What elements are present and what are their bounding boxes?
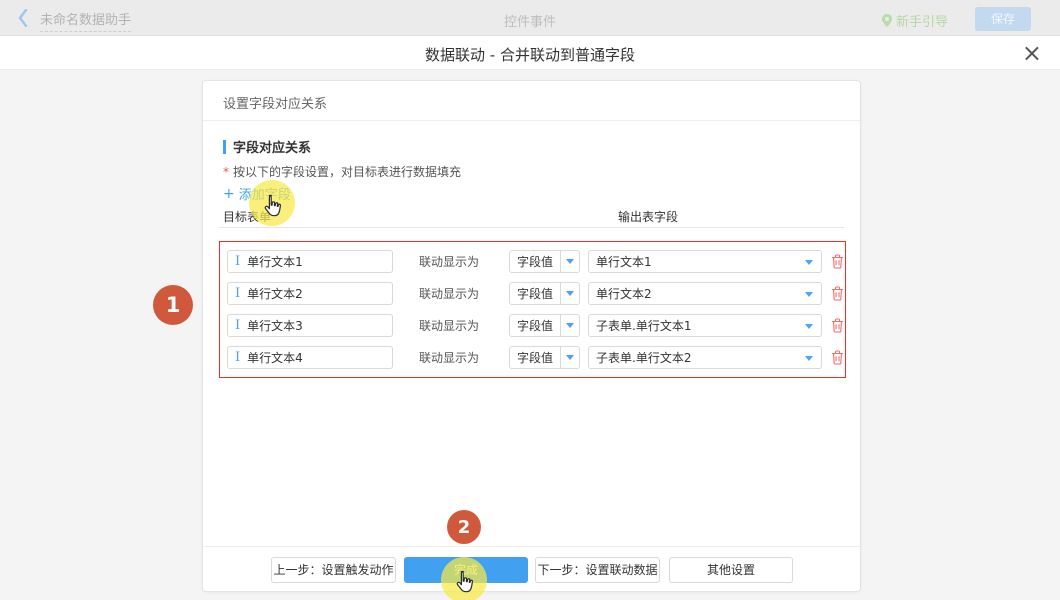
screen: 未命名数据助手 控件事件 新手引导 保存 数据联动 - 合并联动到普通字段 × … — [0, 0, 1060, 600]
field-row: I 单行文本1 联动显示为 字段值 单行文本1 — [227, 250, 845, 273]
panel-header: 设置字段对应关系 — [203, 81, 860, 121]
target-field-input[interactable]: I 单行文本3 — [227, 314, 393, 337]
mode-select[interactable]: 字段值 — [509, 314, 580, 337]
field-row: I 单行文本4 联动显示为 字段值 子表单.单行文本2 — [227, 346, 845, 369]
modal-title: 数据联动 - 合并联动到普通字段 — [0, 44, 1060, 65]
mode-select[interactable]: 字段值 — [509, 282, 580, 305]
chevron-down-icon — [805, 356, 813, 361]
step-badge-1: 1 — [153, 285, 193, 325]
relation-label: 联动显示为 — [419, 349, 479, 366]
target-field-input[interactable]: I 单行文本4 — [227, 346, 393, 369]
field-rows-group: I 单行文本1 联动显示为 字段值 单行文本1 — [219, 241, 846, 378]
column-output-field: 输出表字段 — [618, 208, 678, 225]
output-field-select[interactable]: 子表单.单行文本2 — [588, 346, 822, 369]
delete-row-icon[interactable] — [831, 350, 844, 365]
panel-header-title: 设置字段对应关系 — [223, 93, 327, 112]
chevron-down-icon — [560, 283, 579, 304]
close-icon[interactable]: × — [1022, 39, 1042, 67]
mode-select[interactable]: 字段值 — [509, 250, 580, 273]
chevron-down-icon — [560, 315, 579, 336]
section-description: *按以下的字段设置，对目标表进行数据填充 — [223, 163, 461, 180]
relation-label: 联动显示为 — [419, 285, 479, 302]
field-row: I 单行文本3 联动显示为 字段值 子表单.单行文本1 — [227, 314, 845, 337]
delete-row-icon[interactable] — [831, 286, 844, 301]
modal-header: 数据联动 - 合并联动到普通字段 × — [0, 36, 1060, 70]
hand-cursor-icon — [452, 570, 476, 597]
chevron-down-icon — [805, 260, 813, 265]
output-field-select[interactable]: 单行文本1 — [588, 250, 822, 273]
output-field-select[interactable]: 单行文本2 — [588, 282, 822, 305]
column-divider — [219, 227, 844, 228]
save-button[interactable]: 保存 — [975, 7, 1031, 31]
relation-label: 联动显示为 — [419, 253, 479, 270]
step-badge-2: 2 — [447, 510, 481, 544]
other-settings-button[interactable]: 其他设置 — [669, 557, 793, 583]
guide-link[interactable]: 新手引导 — [882, 11, 948, 30]
output-field-select[interactable]: 子表单.单行文本1 — [588, 314, 822, 337]
chevron-down-icon — [805, 292, 813, 297]
section-title: 字段对应关系 — [223, 137, 311, 156]
guide-label: 新手引导 — [896, 11, 948, 30]
text-field-icon: I — [235, 351, 240, 364]
chevron-down-icon — [560, 251, 579, 272]
relation-label: 联动显示为 — [419, 317, 479, 334]
text-field-icon: I — [235, 287, 240, 300]
section-accent-bar — [223, 140, 226, 154]
target-field-input[interactable]: I 单行文本1 — [227, 250, 393, 273]
pin-icon — [882, 14, 892, 27]
chevron-down-icon — [560, 347, 579, 368]
top-bar: 未命名数据助手 控件事件 新手引导 保存 — [0, 0, 1060, 36]
footer-divider — [203, 546, 860, 547]
prev-step-button[interactable]: 上一步：设置触发动作 — [271, 557, 396, 583]
delete-row-icon[interactable] — [831, 318, 844, 333]
next-step-button[interactable]: 下一步：设置联动数据 — [535, 557, 660, 583]
field-mapping-panel: 设置字段对应关系 字段对应关系 *按以下的字段设置，对目标表进行数据填充 + 添… — [202, 80, 861, 592]
mode-select[interactable]: 字段值 — [509, 346, 580, 369]
hand-cursor-icon — [260, 194, 284, 221]
target-field-input[interactable]: I 单行文本2 — [227, 282, 393, 305]
text-field-icon: I — [235, 319, 240, 332]
field-row: I 单行文本2 联动显示为 字段值 单行文本2 — [227, 282, 845, 305]
plus-icon: + — [223, 186, 235, 202]
required-mark: * — [223, 165, 229, 179]
chevron-down-icon — [805, 324, 813, 329]
delete-row-icon[interactable] — [831, 254, 844, 269]
text-field-icon: I — [235, 255, 240, 268]
